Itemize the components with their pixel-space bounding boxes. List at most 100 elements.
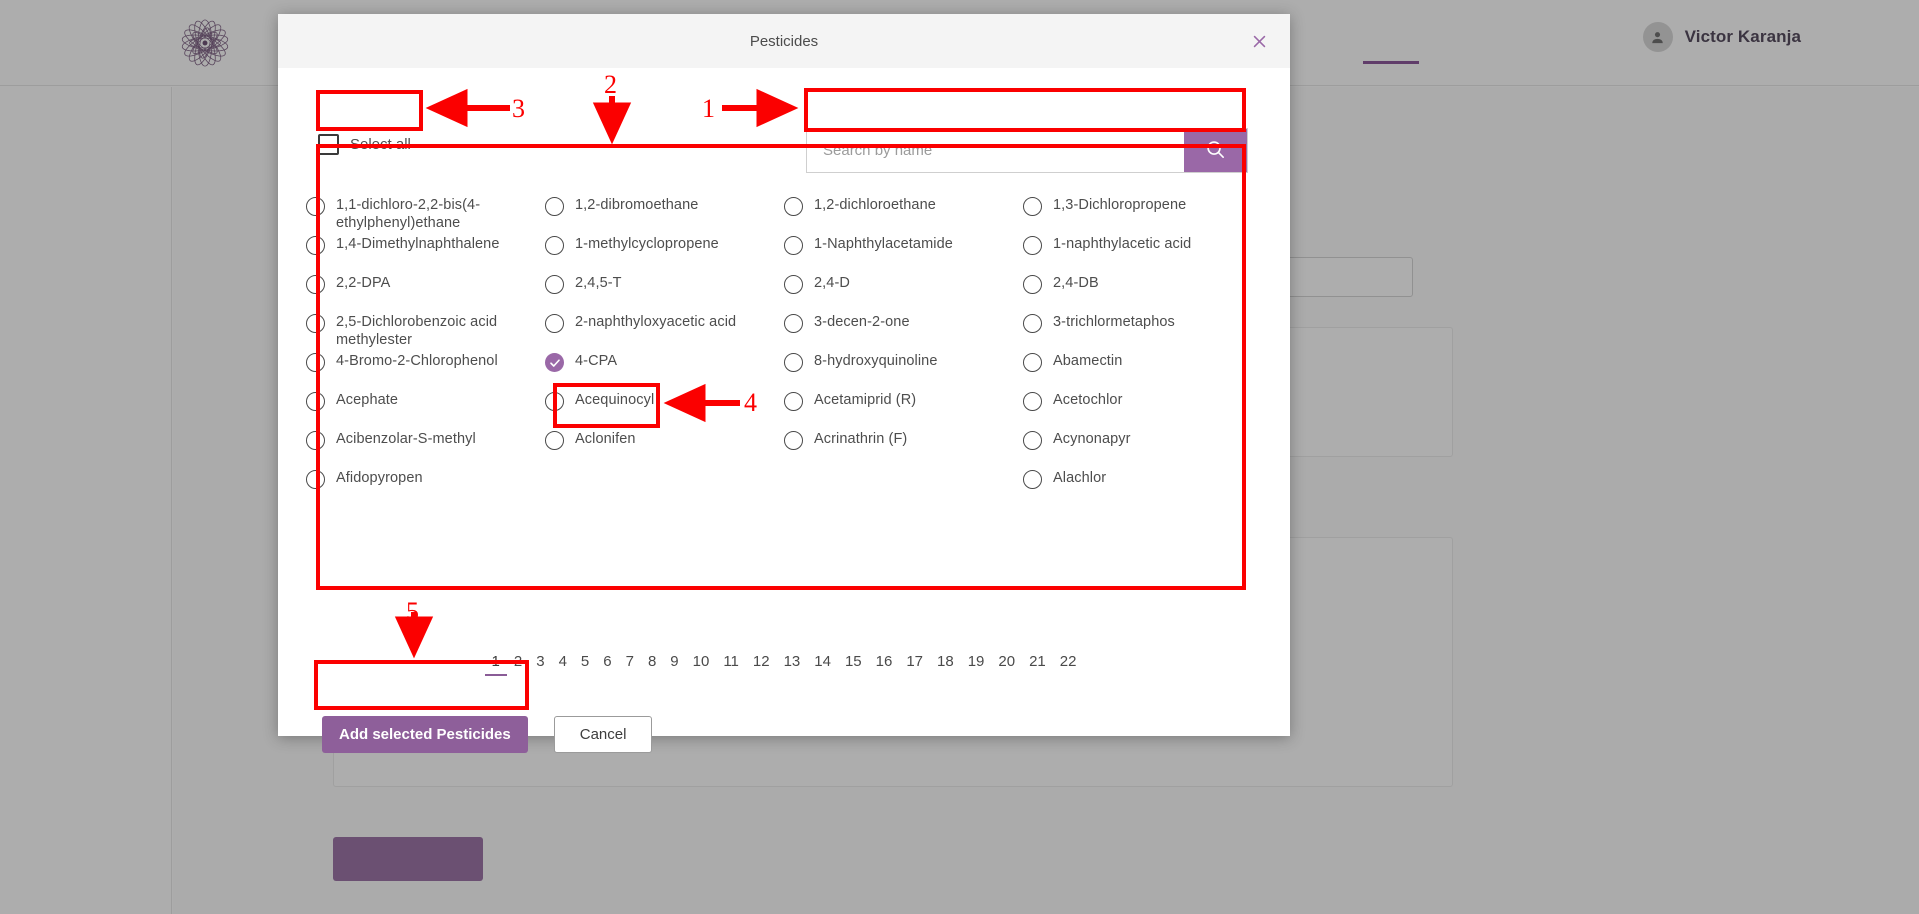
radio-unchecked-icon bbox=[784, 431, 803, 450]
radio-unchecked-icon bbox=[1023, 236, 1042, 255]
option-2-4-db[interactable]: 2,4-DB bbox=[1023, 274, 1262, 313]
option-2-5-dichlorobenzoic-acid-methylester[interactable]: 2,5-Dichlorobenzoic acid methylester bbox=[306, 313, 545, 352]
option-label: Acynonapyr bbox=[1053, 431, 1131, 447]
pagination-page-9[interactable]: 9 bbox=[663, 653, 685, 676]
pagination-page-7[interactable]: 7 bbox=[619, 653, 641, 676]
option-1-1-dichloro-2-2-bis-4-ethylphenyl-ethan[interactable]: 1,1-dichloro-2,2-bis(4-ethylphenyl)ethan… bbox=[306, 196, 545, 235]
option-2-4-d[interactable]: 2,4-D bbox=[784, 274, 1023, 313]
pagination-page-13[interactable]: 13 bbox=[777, 653, 808, 676]
option-label: 1-naphthylacetic acid bbox=[1053, 236, 1192, 252]
pagination-page-6[interactable]: 6 bbox=[596, 653, 618, 676]
option-label: 1,3-Dichloropropene bbox=[1053, 197, 1187, 213]
dialog-footer: Add selected Pesticides Cancel bbox=[322, 716, 653, 753]
option-2-naphthyloxyacetic-acid[interactable]: 2-naphthyloxyacetic acid bbox=[545, 313, 784, 352]
radio-unchecked-icon bbox=[545, 197, 564, 216]
option-label: 4-Bromo-2-Chlorophenol bbox=[336, 353, 498, 369]
radio-unchecked-icon bbox=[784, 353, 803, 372]
radio-unchecked-icon bbox=[1023, 275, 1042, 294]
option-3-decen-2-one[interactable]: 3-decen-2-one bbox=[784, 313, 1023, 352]
option-label: Acephate bbox=[336, 392, 399, 408]
pagination-page-16[interactable]: 16 bbox=[869, 653, 900, 676]
radio-unchecked-icon bbox=[545, 275, 564, 294]
radio-unchecked-icon bbox=[306, 470, 325, 489]
option-afidopyropen[interactable]: Afidopyropen bbox=[306, 469, 545, 508]
option-1-4-dimethylnaphthalene[interactable]: 1,4-Dimethylnaphthalene bbox=[306, 235, 545, 274]
pagination-page-5[interactable]: 5 bbox=[574, 653, 596, 676]
option-label: Aclonifen bbox=[575, 431, 636, 447]
radio-unchecked-icon bbox=[1023, 314, 1042, 333]
option-label: 2-naphthyloxyacetic acid bbox=[575, 314, 737, 330]
pagination-page-19[interactable]: 19 bbox=[961, 653, 992, 676]
radio-unchecked-icon bbox=[1023, 431, 1042, 450]
pagination-page-11[interactable]: 11 bbox=[716, 653, 746, 676]
option-label: 1,2-dichloroethane bbox=[814, 197, 936, 213]
pagination-page-2[interactable]: 2 bbox=[507, 653, 529, 676]
radio-unchecked-icon bbox=[545, 392, 564, 411]
pagination-page-8[interactable]: 8 bbox=[641, 653, 663, 676]
pagination-page-18[interactable]: 18 bbox=[930, 653, 961, 676]
radio-unchecked-icon bbox=[306, 314, 325, 333]
option-1-naphthylacetamide[interactable]: 1-Naphthylacetamide bbox=[784, 235, 1023, 274]
options-row: 4-Bromo-2-Chlorophenol 4-CPA 8-hydroxyquin… bbox=[306, 352, 1262, 391]
radio-unchecked-icon bbox=[545, 431, 564, 450]
add-selected-pesticides-button[interactable]: Add selected Pesticides bbox=[322, 716, 528, 753]
search-input[interactable] bbox=[807, 129, 1184, 172]
option-acibenzolar-s-methyl[interactable]: Acibenzolar-S-methyl bbox=[306, 430, 545, 469]
option-2-4-5-t[interactable]: 2,4,5-T bbox=[545, 274, 784, 313]
pesticides-dialog: Pesticides Select all Search by name 1,1… bbox=[278, 14, 1290, 753]
option-label: 2,4-DB bbox=[1053, 275, 1099, 291]
option-label: 2,4-D bbox=[814, 275, 850, 291]
option-acequinocyl[interactable]: Acequinocyl bbox=[545, 391, 784, 430]
option-label: Acibenzolar-S-methyl bbox=[336, 431, 476, 447]
radio-unchecked-icon bbox=[306, 236, 325, 255]
option-8-hydroxyquinoline[interactable]: 8-hydroxyquinoline bbox=[784, 352, 1023, 391]
cancel-button[interactable]: Cancel bbox=[553, 716, 653, 753]
radio-unchecked-icon bbox=[1023, 470, 1042, 489]
pagination-page-10[interactable]: 10 bbox=[686, 653, 717, 676]
pagination-page-20[interactable]: 20 bbox=[991, 653, 1022, 676]
close-icon[interactable] bbox=[1246, 28, 1272, 54]
option-acetochlor[interactable]: Acetochlor bbox=[1023, 391, 1262, 430]
option-1-2-dichloroethane[interactable]: 1,2-dichloroethane bbox=[784, 196, 1023, 235]
checkbox-box-icon bbox=[318, 134, 339, 155]
pagination-page-22[interactable]: 22 bbox=[1053, 653, 1084, 676]
option-acephate[interactable]: Acephate bbox=[306, 391, 545, 430]
option-label: Acequinocyl bbox=[575, 392, 655, 408]
option-label: 3-trichlormetaphos bbox=[1053, 314, 1175, 330]
option-aclonifen[interactable]: Aclonifen bbox=[545, 430, 784, 469]
option-1-3-dichloropropene[interactable]: 1,3-Dichloropropene bbox=[1023, 196, 1262, 235]
pagination-page-17[interactable]: 17 bbox=[899, 653, 930, 676]
radio-unchecked-icon bbox=[1023, 197, 1042, 216]
option-4-cpa[interactable]: 4-CPA bbox=[545, 352, 784, 391]
radio-unchecked-icon bbox=[306, 197, 325, 216]
option-1-naphthylacetic-acid[interactable]: 1-naphthylacetic acid bbox=[1023, 235, 1262, 274]
option-1-methylcyclopropene[interactable]: 1-methylcyclopropene bbox=[545, 235, 784, 274]
option-4-bromo-2-chlorophenol[interactable]: 4-Bromo-2-Chlorophenol bbox=[306, 352, 545, 391]
option-label: 1,1-dichloro-2,2-bis(4-ethylphenyl)ethan… bbox=[336, 197, 481, 231]
pagination-page-21[interactable]: 21 bbox=[1022, 653, 1053, 676]
pagination-page-3[interactable]: 3 bbox=[529, 653, 551, 676]
option-2-2-dpa[interactable]: 2,2-DPA bbox=[306, 274, 545, 313]
pagination-page-4[interactable]: 4 bbox=[552, 653, 574, 676]
pagination-page-15[interactable]: 15 bbox=[838, 653, 869, 676]
pagination-page-12[interactable]: 12 bbox=[746, 653, 777, 676]
option-label: 8-hydroxyquinoline bbox=[814, 353, 938, 369]
select-all-label: Select all bbox=[350, 136, 411, 153]
options-row: Afidopyropen Alachlor bbox=[306, 469, 1262, 508]
options-row: 2,5-Dichlorobenzoic acid methylester 2-na… bbox=[306, 313, 1262, 352]
option-acrinathrin-f[interactable]: Acrinathrin (F) bbox=[784, 430, 1023, 469]
option-abamectin[interactable]: Abamectin bbox=[1023, 352, 1262, 391]
search-button[interactable] bbox=[1184, 129, 1247, 172]
radio-unchecked-icon bbox=[306, 431, 325, 450]
select-all-checkbox[interactable]: Select all bbox=[318, 134, 411, 155]
option-alachlor[interactable]: Alachlor bbox=[1023, 469, 1262, 508]
option-1-2-dibromoethane[interactable]: 1,2-dibromoethane bbox=[545, 196, 784, 235]
radio-unchecked-icon bbox=[784, 236, 803, 255]
options-row: 1,1-dichloro-2,2-bis(4-ethylphenyl)ethan… bbox=[306, 196, 1262, 235]
pagination-page-1[interactable]: 1 bbox=[484, 653, 507, 676]
option-acetamiprid-r[interactable]: Acetamiprid (R) bbox=[784, 391, 1023, 430]
options-row: Acephate Acequinocyl Acetamiprid (R) Acetoc… bbox=[306, 391, 1262, 430]
pagination-page-14[interactable]: 14 bbox=[807, 653, 838, 676]
option-3-trichlormetaphos[interactable]: 3-trichlormetaphos bbox=[1023, 313, 1262, 352]
option-acynonapyr[interactable]: Acynonapyr bbox=[1023, 430, 1262, 469]
